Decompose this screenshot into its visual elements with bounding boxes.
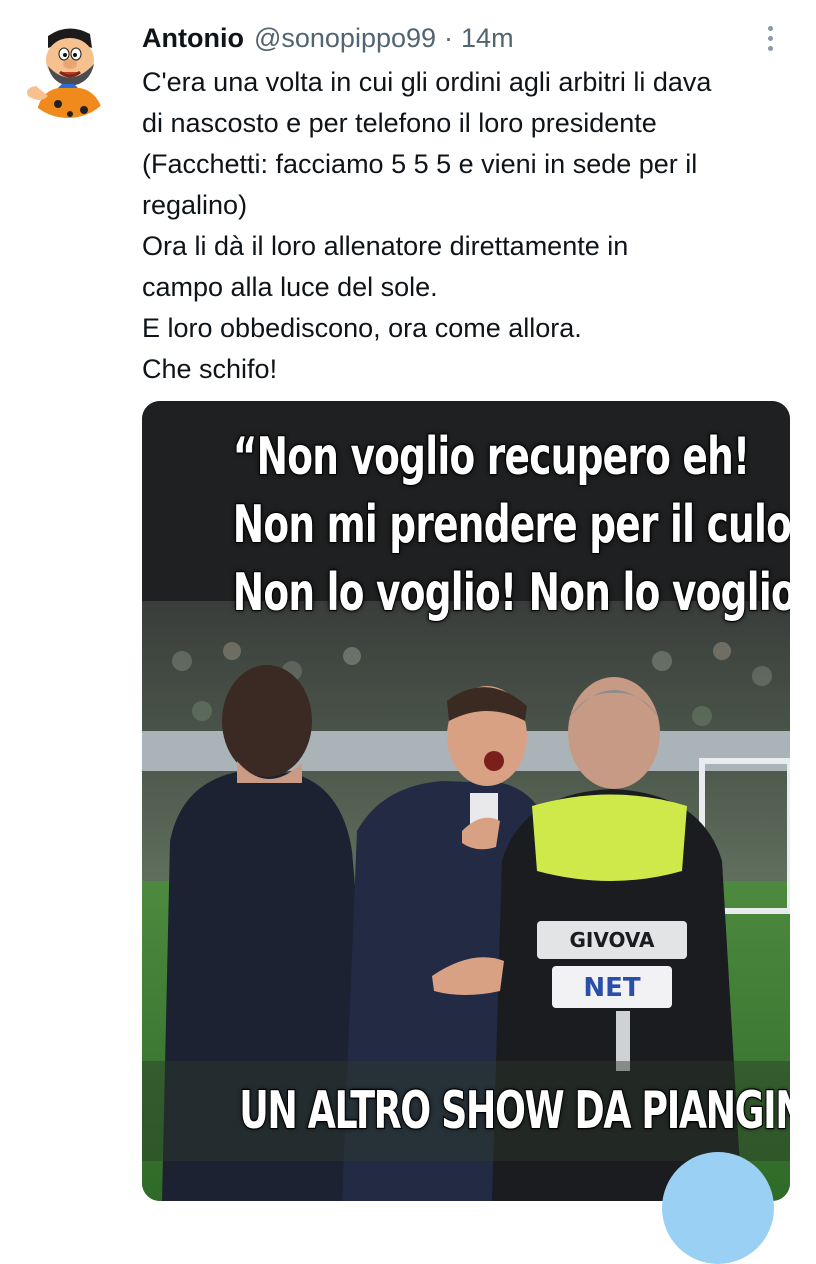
tweet-text-line: E loro obbediscono, ora come allora. bbox=[142, 313, 582, 343]
tweet-header: Antonio @sonopippo99 · 14m bbox=[142, 18, 514, 58]
tweet[interactable]: Antonio @sonopippo99 · 14m C'era una vol… bbox=[0, 0, 816, 1264]
tweet-text-line: di nascosto e per telefono il loro presi… bbox=[142, 108, 657, 138]
tweet-text-line: Ora li dà il loro allenatore direttament… bbox=[142, 231, 629, 261]
jersey-sponsor-text: NET bbox=[583, 973, 641, 1003]
tweet-text-line: C'era una volta in cui gli ordini agli a… bbox=[142, 67, 712, 97]
tweet-text-line: campo alla luce del sole. bbox=[142, 272, 438, 302]
tweet-timestamp[interactable]: 14m bbox=[461, 23, 514, 54]
tweet-media-image[interactable]: GIVOVA NET “Non voglio recupero eh! Non m… bbox=[142, 401, 790, 1201]
tweet-text-line: Che schifo! bbox=[142, 354, 278, 384]
meme-bottom-caption: UN ALTRO SHOW DA PIANGINA bbox=[238, 1080, 790, 1143]
jersey-brand-text: GIVOVA bbox=[569, 928, 655, 952]
author-handle[interactable]: @sonopippo99 bbox=[254, 23, 436, 54]
separator-dot: · bbox=[444, 22, 454, 53]
tweet-text-line: (Facchetti: facciamo 5 5 5 e vieni in se… bbox=[142, 149, 698, 179]
compose-fab-icon[interactable] bbox=[662, 1152, 774, 1264]
tweet-text: C'era una volta in cui gli ordini agli a… bbox=[142, 62, 797, 390]
meme-caption-line: Non lo voglio! Non lo voglio!” bbox=[232, 562, 790, 624]
more-options-icon[interactable] bbox=[758, 20, 782, 56]
author-name[interactable]: Antonio bbox=[142, 23, 244, 54]
avatar-cartoon-image bbox=[18, 18, 118, 118]
avatar[interactable] bbox=[18, 18, 118, 118]
meme-caption-line: “Non voglio recupero eh! bbox=[232, 426, 751, 488]
meme-caption-line: Non mi prendere per il culo! bbox=[232, 494, 790, 556]
tweet-text-line: regalino) bbox=[142, 190, 248, 220]
